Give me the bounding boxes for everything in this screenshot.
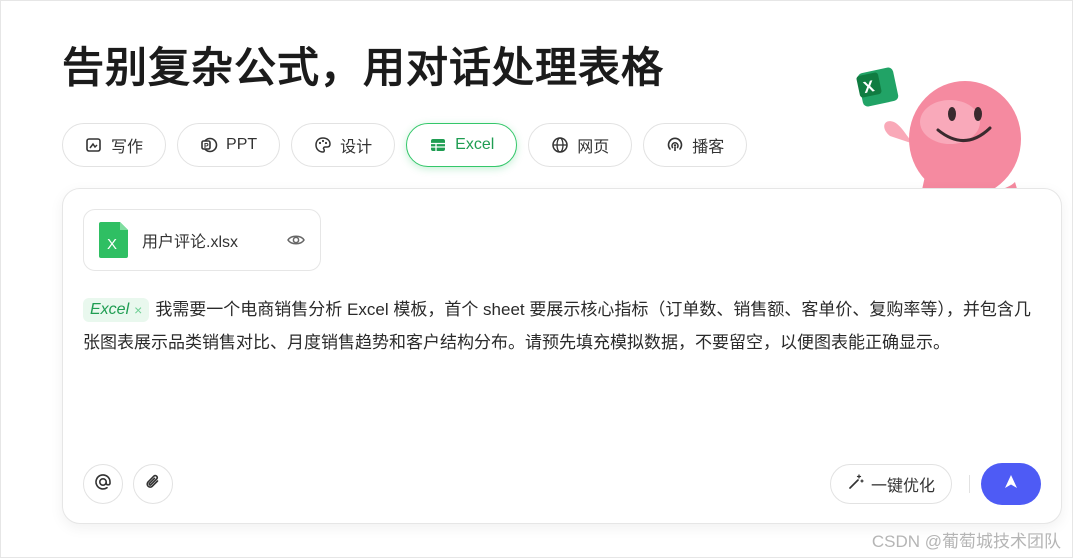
- chip-label: Excel: [90, 301, 130, 318]
- eye-icon[interactable]: [286, 230, 306, 250]
- tab-ppt[interactable]: P PPT: [177, 123, 281, 167]
- watermark: CSDN @葡萄城技术团队: [871, 532, 1061, 551]
- tab-label: PPT: [226, 136, 258, 153]
- attachment-card[interactable]: X 用户评论.xlsx: [83, 209, 321, 271]
- paperclip-icon: [143, 472, 163, 497]
- page-title: 告别复杂公式，用对话处理表格: [62, 44, 665, 91]
- tab-label: 播客: [692, 139, 725, 156]
- tab-design[interactable]: 设计: [291, 123, 396, 167]
- pen-image-icon: [85, 136, 103, 154]
- palette-icon: [314, 136, 332, 154]
- tab-label: 网页: [577, 139, 610, 156]
- send-button[interactable]: [981, 463, 1041, 505]
- optimize-label: 一键优化: [871, 478, 936, 495]
- svg-text:X: X: [107, 236, 117, 253]
- optimize-button[interactable]: 一键优化: [830, 464, 953, 504]
- tab-label: 写作: [111, 139, 144, 156]
- chip-remove-icon[interactable]: ×: [134, 298, 142, 322]
- svg-text:P: P: [204, 143, 209, 150]
- mascot-illustration: X: [856, 67, 1021, 199]
- ppt-icon: P: [200, 136, 218, 154]
- magic-wand-icon: [847, 473, 865, 496]
- attachment-file-name: 用户评论.xlsx: [142, 234, 239, 251]
- tab-podcast[interactable]: 播客: [643, 123, 748, 167]
- at-icon: [93, 472, 113, 497]
- attach-button[interactable]: [133, 464, 173, 504]
- excel-mode-chip: Excel ×: [83, 298, 150, 322]
- mention-button[interactable]: [83, 464, 123, 504]
- tab-writing[interactable]: 写作: [62, 123, 167, 167]
- tab-webpage[interactable]: 网页: [528, 123, 633, 167]
- prompt-text: 我需要一个电商销售分析 Excel 模板，首个 sheet 要展示核心指标（订单…: [83, 300, 1031, 352]
- mode-tabs: 写作 P PPT 设计 Excel 网页 播客: [62, 123, 748, 167]
- tab-label: 设计: [340, 139, 373, 156]
- excel-logo-icon: X: [856, 67, 899, 107]
- tab-label: Excel: [455, 136, 495, 153]
- send-arrow-icon: [1001, 472, 1021, 497]
- tab-excel[interactable]: Excel: [406, 123, 518, 167]
- podcast-icon: [666, 136, 684, 154]
- chat-input-panel: X 用户评论.xlsx Excel × 我需要一个电商销售分析 Excel 模板…: [62, 188, 1062, 524]
- prompt-text-area[interactable]: Excel × 我需要一个电商销售分析 Excel 模板，首个 sheet 要展…: [83, 293, 1043, 359]
- globe-icon: [551, 136, 569, 154]
- toolbar-divider: [969, 475, 970, 493]
- table-icon: [429, 136, 447, 154]
- excel-file-icon: X: [98, 221, 130, 259]
